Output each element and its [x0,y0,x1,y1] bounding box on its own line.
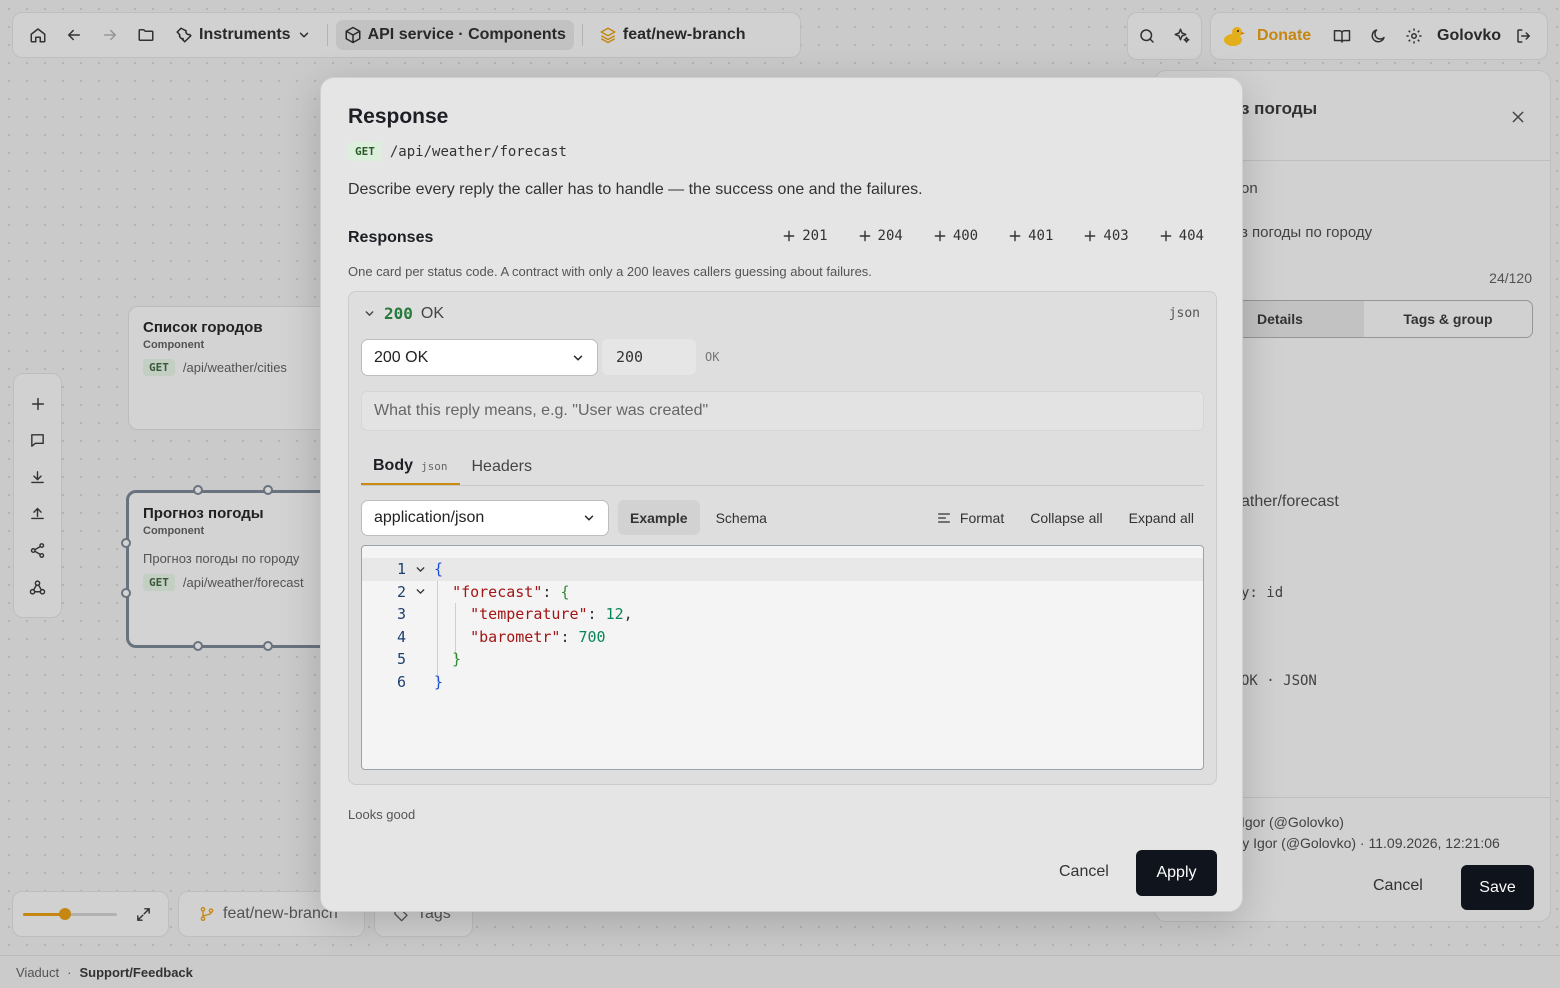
card-header[interactable]: 200 OK [363,304,444,323]
tab-headers-label: Headers [471,458,532,475]
add-status-codes: 201 204 400 401 403 404 [782,228,1204,244]
line-number: 5 [396,650,406,669]
editor-line: 4 "barometr": 700 [362,626,1203,649]
dialog-title: Response [348,105,449,128]
code-token: } [452,650,462,669]
format-button[interactable]: Format [926,500,1014,535]
add-204-button[interactable]: 204 [858,228,903,244]
content-type-value: application/json [374,509,485,526]
code-token: : [587,605,606,624]
view-mode-toggle: Example Schema [618,500,779,535]
validation-status: Looks good [348,807,416,822]
tab-body-label: Body [373,457,413,474]
editor-line: 2 "forecast": { [362,581,1203,604]
code-token: { [560,582,570,601]
line-number: 3 [396,605,406,624]
plus-icon [858,229,872,243]
code-text: } [434,673,443,691]
endpoint-path: /api/weather/forecast [389,143,567,160]
editor-line: 1 { [362,558,1203,581]
tab-headers[interactable]: Headers [460,449,544,485]
add-code-label: 401 [1028,228,1054,244]
response-card-200: 200 OK json 200 OK 200 OK What this repl… [348,291,1217,785]
code-text: { [434,560,443,578]
code-token: , [623,605,633,624]
add-code-label: 204 [877,228,903,244]
expand-all-button[interactable]: Expand all [1119,500,1204,535]
code-token: : [560,627,579,646]
status-select[interactable]: 200 OK [361,339,598,376]
plus-icon [782,229,796,243]
status-code-input[interactable]: 200 [602,339,696,375]
dialog-route: GET /api/weather/forecast [348,142,567,161]
tab-body-sub: json [421,459,448,473]
apply-button[interactable]: Apply [1136,850,1217,896]
plus-icon [1008,229,1022,243]
code-token: { [434,560,444,579]
tab-body[interactable]: Body json [361,449,460,485]
fold-chevron-icon[interactable] [406,585,434,598]
status-code: 200 [384,304,413,323]
chevron-down-icon[interactable] [363,307,376,320]
format-label: Format [959,509,1005,526]
code-token: "temperature" [470,605,588,624]
chevron-down-icon [571,351,585,365]
code-token: "barometr" [470,627,561,646]
editor-line: 5 } [362,648,1203,671]
add-403-button[interactable]: 403 [1083,228,1129,244]
method-badge: GET [348,142,382,161]
add-code-label: 201 [802,228,828,244]
code-text: } [434,650,461,668]
code-text: "forecast": { [434,583,569,601]
align-left-icon [936,510,952,526]
response-description-input[interactable]: What this reply means, e.g. "User was cr… [361,391,1204,431]
chevron-down-icon [582,511,596,525]
dialog-description: Describe every reply the caller has to h… [348,181,923,198]
code-text: "temperature": 12, [434,605,633,623]
code-token: } [434,672,444,691]
code-token: "forecast" [452,582,543,601]
content-type-select[interactable]: application/json [361,500,609,536]
code-token: : [542,582,561,601]
add-401-button[interactable]: 401 [1008,228,1053,244]
format-badge: json [1168,306,1200,321]
status-text: OK [420,304,445,322]
status-select-value: 200 OK [374,348,429,366]
plus-icon [1159,229,1173,243]
response-dialog: Response GET /api/weather/forecast Descr… [320,77,1243,912]
code-token: 700 [578,627,606,646]
plus-icon [933,229,947,243]
example-toggle[interactable]: Example [618,500,700,535]
line-number: 1 [396,560,406,579]
add-201-button[interactable]: 201 [782,228,828,244]
collapse-all-button[interactable]: Collapse all [1020,500,1112,535]
code-token: 12 [605,605,624,624]
code-editor[interactable]: 1 { 2 "forecast": { 3 "temperature": 12,… [361,545,1204,770]
body-tabs: Body json Headers [361,449,1204,486]
add-code-label: 403 [1103,228,1129,244]
plus-icon [1083,229,1097,243]
schema-toggle[interactable]: Schema [704,500,779,535]
code-text: "barometr": 700 [434,627,606,646]
cancel-button[interactable]: Cancel [1059,863,1109,881]
editor-tools: Format Collapse all Expand all [926,500,1204,535]
add-code-label: 400 [952,228,979,244]
line-number: 2 [396,582,406,601]
line-number: 4 [396,627,406,646]
responses-heading: Responses [348,229,434,246]
responses-hint: One card per status code. A contract wit… [348,264,872,279]
add-code-label: 404 [1178,228,1204,244]
add-404-button[interactable]: 404 [1159,228,1204,244]
editor-line: 6 } [362,671,1203,694]
editor-line: 3 "temperature": 12, [362,603,1203,626]
status-code-hint: OK [705,350,720,364]
line-number: 6 [396,672,406,691]
add-400-button[interactable]: 400 [933,228,978,244]
fold-chevron-icon[interactable] [406,563,434,576]
